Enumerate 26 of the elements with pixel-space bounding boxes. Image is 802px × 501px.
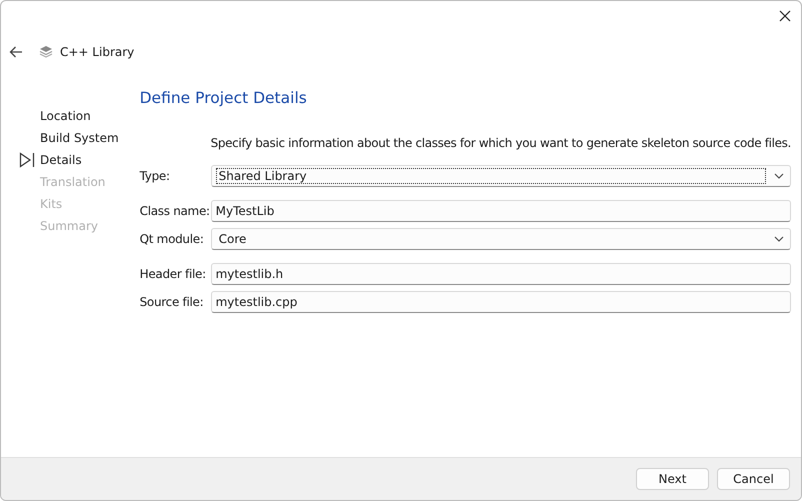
- field-label: Source file:: [140, 295, 204, 309]
- wizard-step: Kits: [40, 197, 62, 211]
- field-label: Class name:: [140, 204, 211, 218]
- dialog-button[interactable]: Cancel: [717, 468, 790, 490]
- close-icon[interactable]: [779, 10, 791, 22]
- field-label: Qt module:: [140, 232, 205, 246]
- page-heading: Define Project Details: [140, 89, 308, 107]
- input-field[interactable]: mytestlib.cpp: [210, 291, 791, 313]
- back-arrow-icon[interactable]: [9, 46, 23, 58]
- layers-icon: [39, 45, 53, 59]
- chevron-down-icon: [774, 173, 784, 179]
- field-label: Type:: [140, 169, 171, 183]
- wizard-step: Summary: [40, 219, 98, 233]
- dialog-button[interactable]: Next: [636, 468, 709, 490]
- wizard-step: Details: [40, 153, 82, 167]
- page-description: Specify basic information about the classes for which you want to generate skeleton source code files.: [210, 136, 791, 150]
- wizard-title: C++ Library: [60, 45, 134, 59]
- input-field[interactable]: mytestlib.h: [210, 263, 791, 285]
- wizard-step: Location: [40, 109, 91, 123]
- wizard-step: Translation: [40, 175, 106, 189]
- dropdown[interactable]: Core: [210, 228, 791, 250]
- input-field[interactable]: MyTestLib: [210, 200, 791, 222]
- field-label: Header file:: [140, 267, 207, 281]
- chevron-down-icon: [774, 236, 784, 242]
- dropdown[interactable]: Shared Library: [210, 165, 791, 187]
- wizard-step: Build System: [40, 131, 119, 145]
